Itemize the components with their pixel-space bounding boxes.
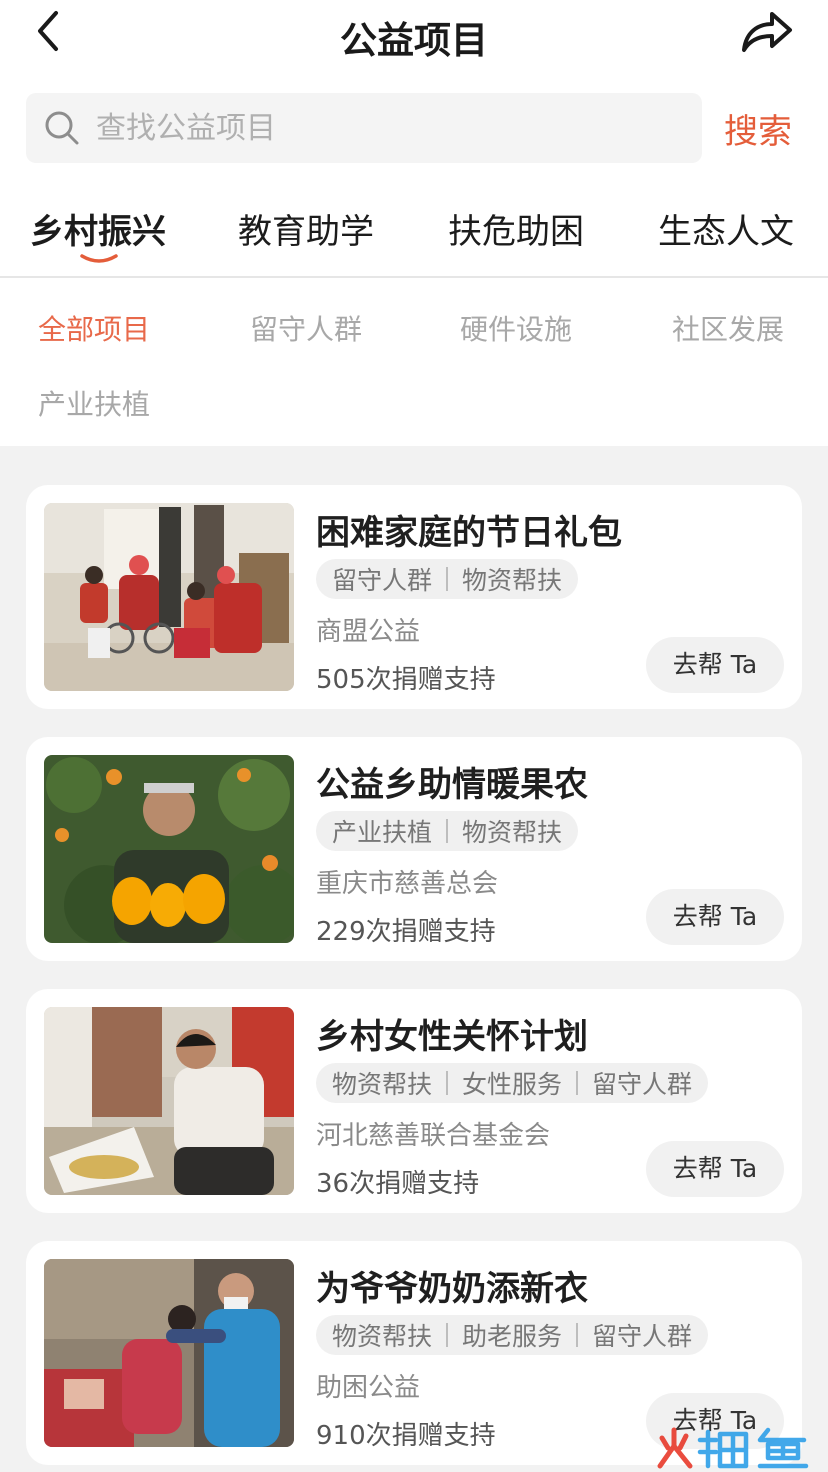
tag-divider — [576, 1323, 579, 1347]
donation-count: 229次捐赠支持 — [316, 917, 496, 947]
project-organization: 河北慈善联合基金会 — [316, 1121, 551, 1151]
active-tab-indicator — [80, 254, 118, 263]
project-card[interactable]: 公益乡助情暖果农 产业扶植 物资帮扶 重庆市慈善总会 229次捐赠支持 去帮 T… — [26, 737, 802, 961]
search-icon — [45, 111, 79, 145]
help-button[interactable]: 去帮 Ta — [646, 889, 784, 945]
filter-industry-support[interactable]: 产业扶植 — [38, 383, 150, 423]
search-button[interactable]: 搜索 — [724, 104, 792, 153]
project-card[interactable]: 乡村女性关怀计划 物资帮扶 女性服务 留守人群 河北慈善联合基金会 36次捐赠支… — [26, 989, 802, 1213]
project-card[interactable]: 困难家庭的节日礼包 留守人群 物资帮扶 商盟公益 505次捐赠支持 去帮 Ta — [26, 485, 802, 709]
project-photo — [44, 1259, 294, 1447]
donation-count: 910次捐赠支持 — [316, 1421, 496, 1451]
search-bar — [26, 93, 702, 163]
header-panel: 公益项目 搜索 乡村振兴 教育助学 扶危助困 生态人文 全部项目 留守人群 硬件… — [0, 0, 828, 446]
page-title: 公益项目 — [340, 19, 488, 62]
help-button[interactable]: 去帮 Ta — [646, 637, 784, 693]
tab-education-aid[interactable]: 教育助学 — [238, 204, 374, 253]
project-title: 为爷爷奶奶添新衣 — [316, 1269, 588, 1309]
project-tag: 物资帮扶 — [332, 1070, 433, 1099]
project-organization: 助困公益 — [316, 1373, 421, 1403]
project-title: 乡村女性关怀计划 — [316, 1017, 588, 1057]
project-tag: 产业扶植 — [332, 818, 433, 847]
tag-divider — [446, 1323, 449, 1347]
project-title: 困难家庭的节日礼包 — [316, 513, 622, 553]
donation-count: 505次捐赠支持 — [316, 665, 496, 695]
project-organization: 重庆市慈善总会 — [316, 869, 499, 899]
project-tag: 物资帮扶 — [462, 566, 563, 595]
donation-count: 36次捐赠支持 — [316, 1169, 480, 1199]
share-arrow-icon — [742, 12, 792, 52]
project-photo — [44, 1007, 294, 1195]
watermark-logo — [657, 1427, 809, 1469]
project-title: 公益乡助情暖果农 — [316, 765, 588, 805]
project-tags: 物资帮扶 助老服务 留守人群 — [316, 1315, 709, 1355]
share-button[interactable] — [738, 8, 794, 56]
filter-all-projects[interactable]: 全部项目 — [38, 308, 150, 348]
project-tag: 留守人群 — [592, 1070, 693, 1099]
filter-hardware-facilities[interactable]: 硬件设施 — [460, 308, 572, 348]
project-tags: 产业扶植 物资帮扶 — [316, 811, 579, 851]
tag-divider — [446, 819, 449, 843]
tab-poverty-relief[interactable]: 扶危助困 — [448, 204, 584, 253]
project-tag: 留守人群 — [332, 566, 433, 595]
help-button[interactable]: 去帮 Ta — [646, 1141, 784, 1197]
project-photo — [44, 503, 294, 691]
tabs-divider — [0, 276, 828, 278]
project-tags: 留守人群 物资帮扶 — [316, 559, 579, 599]
tag-divider — [446, 1071, 449, 1095]
tab-rural-revitalization[interactable]: 乡村振兴 — [30, 204, 166, 253]
navigation-bar: 公益项目 — [0, 0, 828, 64]
project-tag: 女性服务 — [462, 1070, 563, 1099]
tab-ecology-culture[interactable]: 生态人文 — [658, 204, 794, 253]
project-tags: 物资帮扶 女性服务 留守人群 — [316, 1063, 709, 1103]
project-tag: 物资帮扶 — [462, 818, 563, 847]
tag-divider — [446, 567, 449, 591]
project-tag: 留守人群 — [592, 1322, 693, 1351]
project-tag: 物资帮扶 — [332, 1322, 433, 1351]
filter-left-behind-groups[interactable]: 留守人群 — [250, 308, 362, 348]
project-tag: 助老服务 — [462, 1322, 563, 1351]
tag-divider — [576, 1071, 579, 1095]
project-organization: 商盟公益 — [316, 617, 421, 647]
filter-community-development[interactable]: 社区发展 — [672, 308, 784, 348]
search-input[interactable] — [96, 93, 676, 163]
project-photo — [44, 755, 294, 943]
category-tabs: 乡村振兴 教育助学 扶危助困 生态人文 — [0, 204, 828, 276]
